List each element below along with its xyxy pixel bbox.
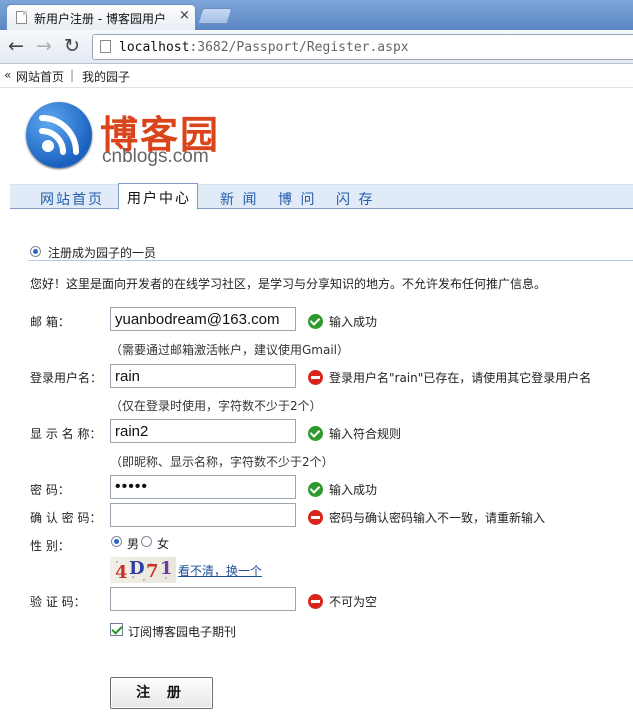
check-icon: [308, 426, 323, 441]
username-status: 登录用户名"rain"已存在，请使用其它登录用户名: [308, 369, 591, 386]
email-label: 邮 箱：: [30, 315, 70, 329]
password-status-text: 输入成功: [329, 483, 378, 497]
confirm-password-label: 确 认 密 码：: [30, 511, 102, 525]
main-nav: 网站首页 用户中心 新 闻 博 问 闪 存: [10, 183, 633, 210]
captcha-refresh-link[interactable]: 看不清，换一个: [178, 562, 262, 579]
tab-title: 新用户注册 - 博客园用户: [34, 12, 166, 26]
error-icon: [308, 370, 323, 385]
subscribe-checkbox[interactable]: [110, 623, 123, 636]
display-name-status-text: 输入符合规则: [329, 427, 402, 441]
site-topbar: « 网站首页 | 我的园子: [0, 64, 633, 88]
email-status-text: 输入成功: [329, 315, 378, 329]
display-name-label: 显 示 名 称：: [30, 427, 102, 441]
address-host: localhost: [119, 40, 190, 55]
nav-user-center-label: 用户中心: [127, 191, 191, 207]
verification-status: 不可为空: [308, 593, 377, 610]
username-label: 登录用户名：: [30, 371, 103, 385]
password-label: 密 码：: [30, 483, 70, 497]
section-title: 注册成为园子的一员: [48, 246, 157, 260]
nav-user-center[interactable]: 用户中心: [118, 183, 198, 210]
section-bullet-icon: [30, 246, 41, 257]
forward-arrow-icon[interactable]: →: [36, 36, 52, 56]
gender-female-radio[interactable]: [141, 536, 152, 547]
topbar-separator: |: [70, 68, 75, 82]
verification-status-text: 不可为空: [329, 595, 378, 609]
username-status-text: 登录用户名"rain"已存在，请使用其它登录用户名: [329, 371, 592, 385]
address-bar[interactable]: localhost:3682/Passport/Register.aspx: [92, 34, 633, 60]
back-arrow-icon[interactable]: ←: [8, 36, 24, 56]
error-icon: [308, 510, 323, 525]
captcha-char: D: [129, 558, 145, 579]
confirm-password-status: 密码与确认密码输入不一致，请重新输入: [308, 509, 545, 526]
close-icon[interactable]: ×: [179, 8, 190, 23]
topbar-home-link[interactable]: 网站首页: [16, 68, 64, 85]
verification-label: 验 证 码：: [30, 595, 86, 609]
subscribe-label[interactable]: 订阅博客园电子期刊: [128, 623, 236, 640]
password-status: 输入成功: [308, 481, 377, 498]
display-name-field[interactable]: [110, 419, 296, 443]
username-hint: （仅在登录时使用，字符数不少于2个）: [110, 399, 322, 413]
gender-female-label[interactable]: 女: [157, 535, 169, 552]
captcha-char: 4: [115, 562, 128, 583]
captcha-noise: [143, 579, 145, 581]
gender-male-label[interactable]: 男: [127, 535, 139, 552]
display-name-status: 输入符合规则: [308, 425, 401, 442]
gender-label: 性 别：: [30, 539, 70, 553]
intro-text: 您好！这里是面向开发者的在线学习社区，是学习与分享知识的地方。不允许发布任何推广…: [30, 277, 547, 291]
confirm-password-field[interactable]: [110, 503, 296, 527]
browser-tab-active[interactable]: 新用户注册 - 博客园用户 ×: [6, 4, 196, 30]
browser-toolbar: ← → ↻ localhost:3682/Passport/Register.a…: [0, 30, 633, 64]
section-divider: [28, 260, 633, 261]
nav-questions[interactable]: 博 问: [278, 189, 316, 209]
verification-field[interactable]: [110, 587, 296, 611]
password-field[interactable]: [110, 475, 296, 499]
captcha-char: 1: [160, 558, 173, 579]
email-hint: （需要通过邮箱激活帐户，建议使用Gmail）: [110, 343, 350, 357]
error-icon: [308, 594, 323, 609]
gender-male-radio[interactable]: [111, 536, 122, 547]
page-icon: [100, 40, 111, 53]
rss-logo-icon[interactable]: [26, 102, 92, 168]
captcha-image[interactable]: 4 D 7 1: [110, 557, 176, 583]
confirm-password-status-text: 密码与确认密码输入不一致，请重新输入: [329, 511, 546, 525]
display-name-hint: （即昵称、显示名称，字符数不少于2个）: [110, 455, 334, 469]
email-status: 输入成功: [308, 313, 377, 330]
nav-flash[interactable]: 闪 存: [336, 189, 374, 209]
captcha-char: 7: [146, 561, 159, 582]
reload-icon[interactable]: ↻: [64, 36, 80, 56]
new-tab-button[interactable]: [197, 8, 233, 24]
browser-tabstrip: 新用户注册 - 博客园用户 ×: [0, 0, 633, 30]
address-url[interactable]: localhost:3682/Passport/Register.aspx: [119, 40, 409, 55]
logo-domain[interactable]: cnblogs.com: [102, 146, 209, 168]
topbar-garden-link[interactable]: 我的园子: [82, 68, 130, 85]
register-button[interactable]: 注 册: [110, 677, 213, 709]
page-icon: [16, 11, 27, 24]
username-field[interactable]: [110, 364, 296, 388]
nav-home[interactable]: 网站首页: [40, 189, 104, 209]
email-field[interactable]: [110, 307, 296, 331]
address-path: :3682/Passport/Register.aspx: [189, 40, 409, 55]
nav-news[interactable]: 新 闻: [220, 189, 258, 209]
check-icon: [308, 314, 323, 329]
check-icon: [308, 482, 323, 497]
double-arrow-icon: «: [4, 68, 12, 82]
